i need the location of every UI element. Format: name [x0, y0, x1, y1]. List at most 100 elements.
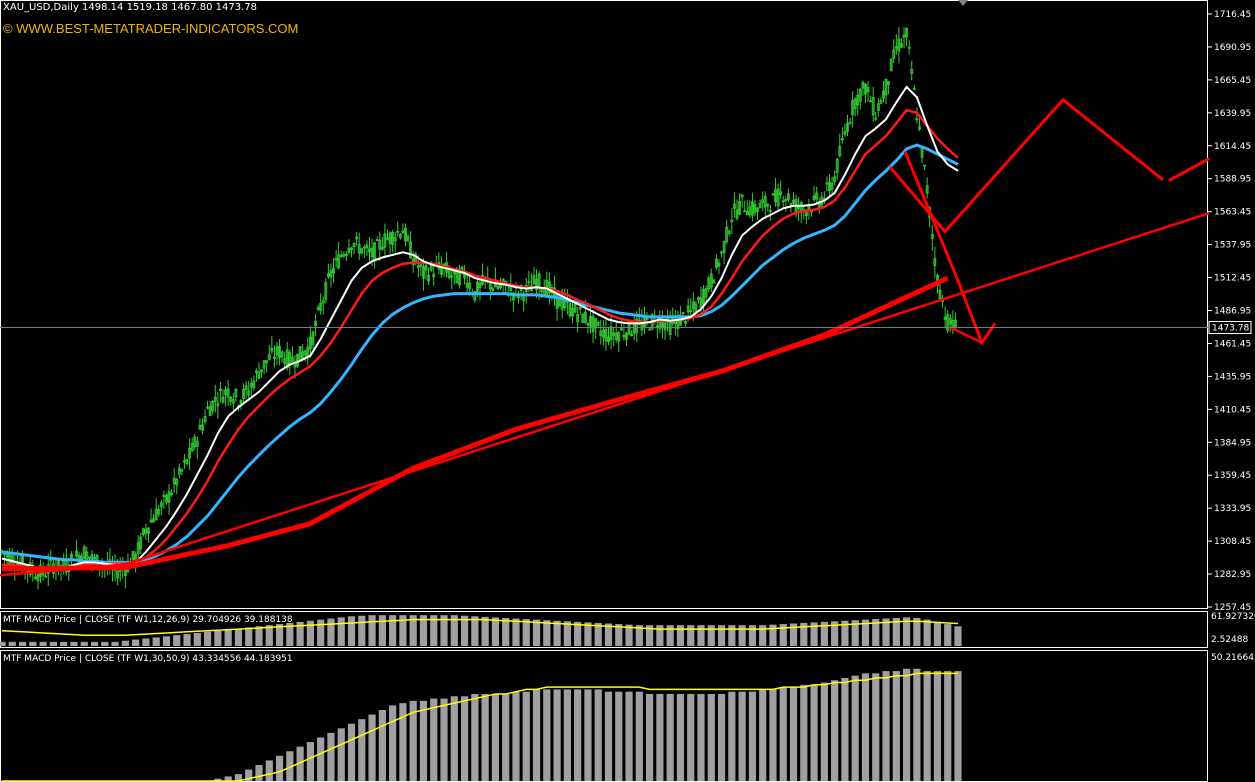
- chart-canvas[interactable]: 1716.45 1690.95 1665.45 1639.95 1614.45 1588.…: [0, 0, 1255, 782]
- shift-marker-icon[interactable]: [958, 0, 968, 6]
- indicator2-hist-bar: [471, 693, 479, 781]
- indicator1-hist-bar: [203, 631, 212, 646]
- indicator2-label: MTF MACD Price | CLOSE (TF W1,30,50,9) 4…: [3, 654, 293, 664]
- indicator2-axis-top: 50.216645: [1211, 653, 1255, 663]
- price-tick-label: 1333.95: [1214, 504, 1251, 514]
- indicator1-hist-bar: [389, 615, 397, 646]
- indicator2-hist-bar: [800, 684, 808, 781]
- indicator1-hist-bar: [132, 639, 140, 646]
- indicator2-hist-bar: [831, 680, 839, 781]
- indicator1-hist-bar: [748, 625, 757, 646]
- indicator2-hist-bar: [594, 689, 602, 781]
- indicator2-hist-bar: [635, 691, 643, 781]
- indicator2-hist-bar: [697, 693, 705, 781]
- indicator1-hist-bar: [676, 625, 685, 646]
- indicator2-hist-bar: [841, 677, 849, 781]
- indicator2-hist-bar: [954, 671, 962, 781]
- indicator1-hist-bar: [687, 625, 695, 646]
- indicator1-hist-bar: [49, 641, 57, 646]
- indicator2-hist-bar: [810, 684, 818, 781]
- indicator2-hist-bar: [882, 671, 890, 781]
- indicator1-hist-bar: [29, 641, 37, 646]
- ma-blue-line: [1, 143, 959, 564]
- indicator1-hist-bar: [368, 615, 376, 646]
- indicator2-hist-bar: [522, 691, 530, 781]
- indicator1-hist-bar: [717, 625, 726, 646]
- indicator2-hist-bar: [378, 710, 386, 781]
- trendline-long: [113, 212, 1210, 569]
- indicator2-hist-bar: [666, 693, 674, 781]
- indicator1-hist-bar: [101, 641, 109, 646]
- indicator1-hist-bar: [8, 641, 16, 646]
- indicator1-hist-bar: [481, 616, 489, 646]
- price-tick-label: 1384.95: [1214, 438, 1251, 448]
- indicator1-hist-bar: [173, 635, 181, 646]
- indicator2-hist-bar: [543, 689, 551, 781]
- indicator1-hist-bar: [214, 630, 222, 646]
- indicator2-hist-bar: [502, 693, 510, 781]
- support-curve: [1, 275, 949, 572]
- indicator2-hist-bar: [440, 698, 448, 781]
- projection-tail: [1168, 157, 1210, 182]
- indicator1-label: MTF MACD Price | CLOSE (TF W1,12,26,9) 2…: [3, 615, 293, 625]
- drop-wave: [903, 150, 997, 346]
- indicator1-hist-bar: [80, 641, 88, 646]
- price-tick-label: 1614.45: [1214, 142, 1251, 152]
- indicator1-hist-bar: [563, 621, 571, 646]
- indicator2-hist-bar: [368, 714, 376, 781]
- indicator2-hist-bar: [306, 742, 314, 781]
- price-tick-label: 1410.45: [1214, 405, 1251, 415]
- website-watermark: © WWW.BEST-METATRADER-INDICATORS.COM: [3, 21, 299, 36]
- indicator1-axis-bottom: 2.52488: [1211, 635, 1249, 645]
- indicator2-hist-bar: [327, 732, 335, 781]
- indicator2-hist-bar: [903, 668, 911, 781]
- indicator1-hist-bar: [491, 617, 500, 646]
- indicator2-hist-bar: [460, 696, 469, 781]
- indicator1-hist-bar: [471, 616, 479, 646]
- indicator2-hist-bar: [604, 691, 613, 781]
- indicator2-hist-bar: [430, 698, 438, 781]
- indicator2-hist-bar: [275, 755, 284, 781]
- price-tick-label: 1537.95: [1214, 241, 1251, 251]
- indicator2-hist-bar: [738, 691, 746, 781]
- indicator1-hist-bar: [0, 641, 6, 646]
- indicator1-hist-bar: [193, 632, 201, 646]
- price-tick-label: 1461.45: [1214, 339, 1251, 349]
- indicator2-hist-bar: [656, 693, 664, 781]
- price-tick-label: 1435.95: [1214, 372, 1251, 382]
- indicator1-hist-bar: [234, 628, 243, 646]
- indicator2-hist-bar: [913, 668, 921, 781]
- indicator2-panel-border: [0, 650, 1208, 782]
- indicator1-hist-bar: [327, 618, 335, 646]
- indicator2-hist-bar: [789, 687, 798, 781]
- indicator2-hist-bar: [933, 671, 942, 781]
- price-tick-label: 1512.45: [1214, 274, 1251, 284]
- indicator2-hist-bar: [399, 703, 407, 781]
- indicator1-hist-bar: [728, 625, 736, 646]
- indicator1-hist-bar: [162, 636, 171, 646]
- indicator1-hist-bar: [265, 625, 273, 646]
- indicator1-hist-bar: [697, 625, 705, 646]
- indicator1-hist-bar: [121, 640, 129, 646]
- indicator2-hist-bar: [944, 671, 952, 781]
- indicator2-hist-bar: [676, 693, 685, 781]
- indicator2-hist-bar: [820, 682, 828, 781]
- indicator2-hist-bar: [389, 705, 397, 781]
- indicator2-hist-bar: [707, 693, 715, 781]
- indicator2-hist-bar: [923, 671, 931, 781]
- indicator2-hist-bar: [419, 700, 428, 781]
- price-tick-label: 1588.95: [1214, 175, 1251, 185]
- indicator1-hist-bar: [18, 641, 27, 646]
- indicator1-hist-bar: [183, 634, 191, 646]
- indicator2-hist-bar: [779, 687, 787, 781]
- indicator1-hist-bar: [543, 620, 551, 646]
- indicator2-hist-bar: [646, 693, 654, 781]
- indicator2-hist-bar: [759, 689, 767, 781]
- price-tick-label: 1282.95: [1214, 570, 1251, 580]
- indicator1-hist-bar: [553, 620, 561, 646]
- indicator2-hist-bar: [584, 689, 592, 781]
- indicator1-hist-bar: [60, 641, 68, 646]
- indicator2-hist-bar: [574, 689, 582, 781]
- indicator2-hist-bar: [872, 673, 880, 781]
- price-tick-label: 1486.95: [1214, 307, 1251, 317]
